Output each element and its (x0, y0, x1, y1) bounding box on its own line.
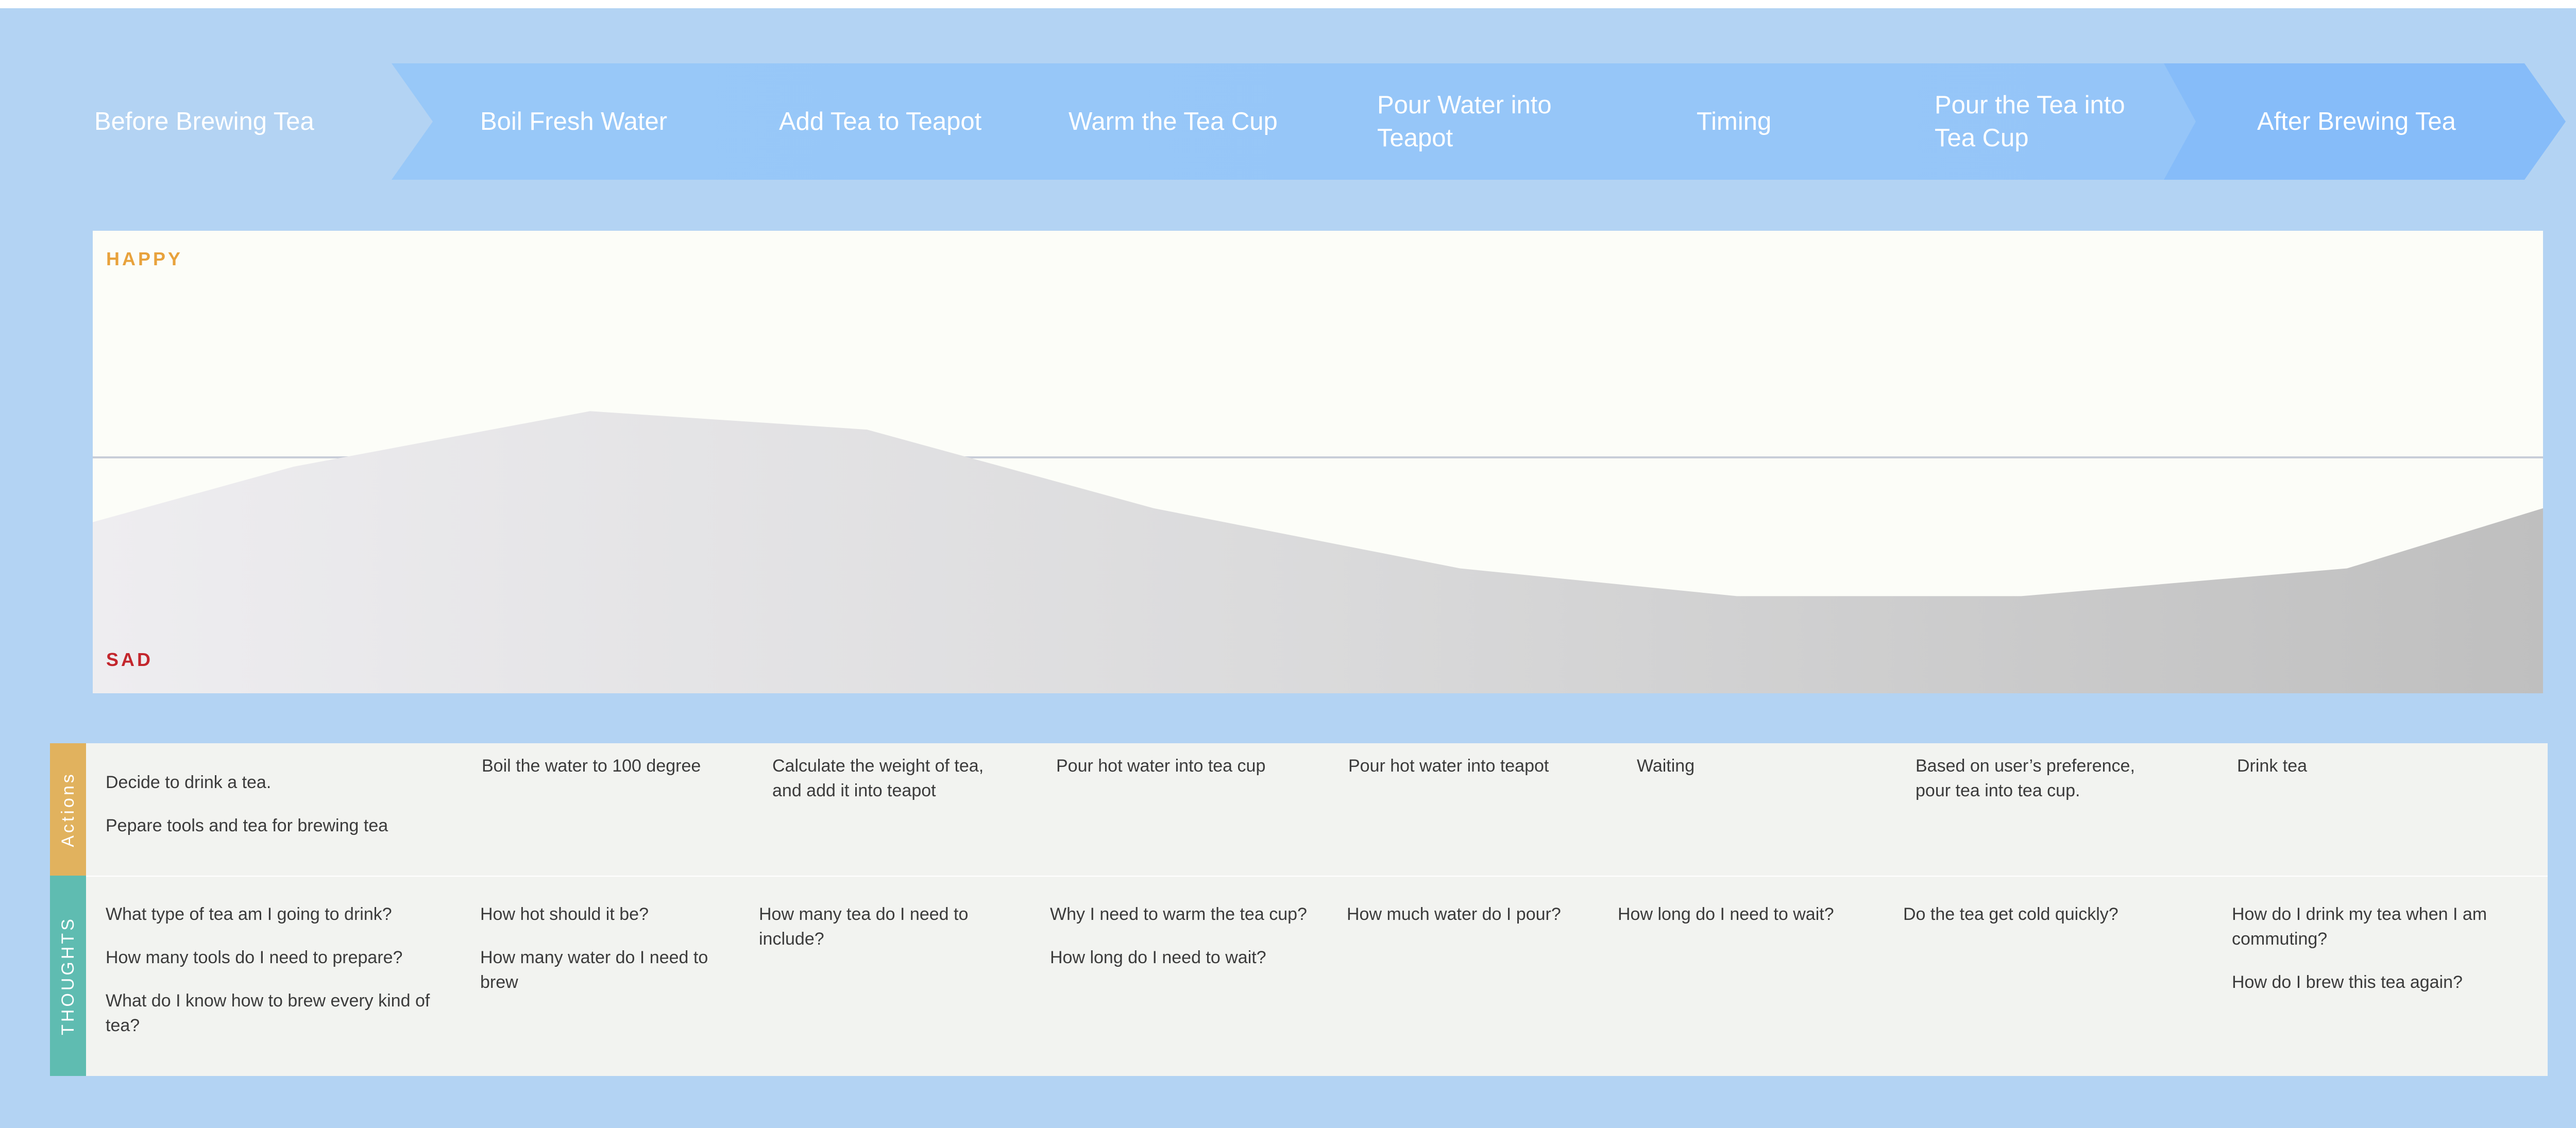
thought-text: How many tea do I need to include? (759, 904, 969, 949)
thought-text: How much water do I pour? (1347, 904, 1561, 924)
action-cell: Pour hot water into teapot (1348, 754, 1590, 778)
thoughts-lane-tab: THOUGHTS (50, 876, 86, 1076)
action-cell: Calculate the weight of tea, and add it … (772, 754, 1014, 803)
action-text: Pour hot water into tea cup (1056, 756, 1266, 776)
thought-text: How hot should it be? (480, 904, 649, 924)
thought-text: How do I brew this tea again? (2232, 972, 2463, 992)
action-cell: Based on user’s preference, pour tea int… (1916, 754, 2163, 803)
swimlanes: Actions THOUGHTS Decide to drink a tea. … (50, 743, 2548, 1076)
action-cell: Drink tea (2237, 754, 2484, 778)
thought-cell: How many tea do I need to include? (759, 902, 1011, 951)
stage-before-brewing-tea: Before Brewing Tea (94, 108, 314, 135)
action-cell: Pour hot water into tea cup (1056, 754, 1303, 778)
thought-text: Why I need to warm the tea cup? (1050, 904, 1307, 924)
thought-text: How many water do I need to brew (480, 948, 708, 992)
thought-text: Do the tea get cold quickly? (1903, 904, 2119, 924)
thought-cell: How much water do I pour? (1347, 902, 1604, 927)
thoughts-lane-label: THOUGHTS (58, 916, 78, 1035)
thought-text: How many tools do I need to prepare? (106, 948, 403, 967)
action-text: Drink tea (2237, 756, 2308, 776)
thought-text: What do I know how to brew every kind of… (106, 991, 430, 1035)
action-cell: Decide to drink a tea. Pepare tools and … (106, 770, 456, 838)
thought-text: What type of tea am I going to drink? (106, 904, 392, 924)
action-text: Based on user’s preference, pour tea int… (1916, 756, 2135, 800)
action-text: Waiting (1637, 756, 1695, 776)
emotion-curve-graphic (93, 411, 2543, 693)
stage-add-tea-to-teapot: Add Tea to Teapot (779, 108, 982, 135)
action-text: Decide to drink a tea. (106, 773, 272, 792)
thought-cell: How long do I need to wait? (1618, 902, 1875, 927)
thought-text: How long do I need to wait? (1050, 948, 1266, 967)
action-cell: Waiting (1637, 754, 1843, 778)
action-text: Pepare tools and tea for brewing tea (106, 816, 388, 835)
action-text: Boil the water to 100 degree (482, 756, 701, 776)
stage-pour-water-into-teapot: Pour Water into Teapot (1377, 91, 1552, 152)
actions-lane-tab: Actions (50, 743, 86, 876)
lane-divider (86, 876, 2548, 877)
emotion-area (93, 411, 2543, 693)
happy-label: HAPPY (106, 248, 183, 269)
stage-boil-fresh-water: Boil Fresh Water (480, 108, 668, 135)
stage-after-brewing-tea: After Brewing Tea (2257, 108, 2456, 135)
actions-lane-label: Actions (58, 772, 78, 847)
thought-cell: How do I drink my tea when I am commutin… (2232, 902, 2500, 995)
phase-ribbon: Before Brewing Tea Boil Fresh Water Add … (0, 63, 2576, 180)
action-text: Calculate the weight of tea, and add it … (772, 756, 984, 800)
stage-timing: Timing (1697, 108, 1772, 135)
thought-cell: Why I need to warm the tea cup? How long… (1050, 902, 1308, 970)
action-text: Pour hot water into teapot (1348, 756, 1549, 776)
journey-map-board: Before Brewing Tea Boil Fresh Water Add … (0, 8, 2576, 1128)
emotion-chart: HAPPY SAD (93, 231, 2543, 693)
thought-cell: What type of tea am I going to drink? Ho… (106, 902, 456, 1038)
thought-cell: Do the tea get cold quickly? (1903, 902, 2171, 927)
sad-label: SAD (106, 649, 154, 670)
action-cell: Boil the water to 100 degree (482, 754, 750, 778)
stage-pour-the-tea-into-tea-cup: Pour the Tea into Tea Cup (1935, 91, 2125, 152)
thought-text: How long do I need to wait? (1618, 904, 1834, 924)
thought-text: How do I drink my tea when I am commutin… (2232, 904, 2487, 949)
thought-cell: How hot should it be? How many water do … (480, 902, 727, 995)
stage-warm-the-tea-cup: Warm the Tea Cup (1069, 108, 1278, 135)
